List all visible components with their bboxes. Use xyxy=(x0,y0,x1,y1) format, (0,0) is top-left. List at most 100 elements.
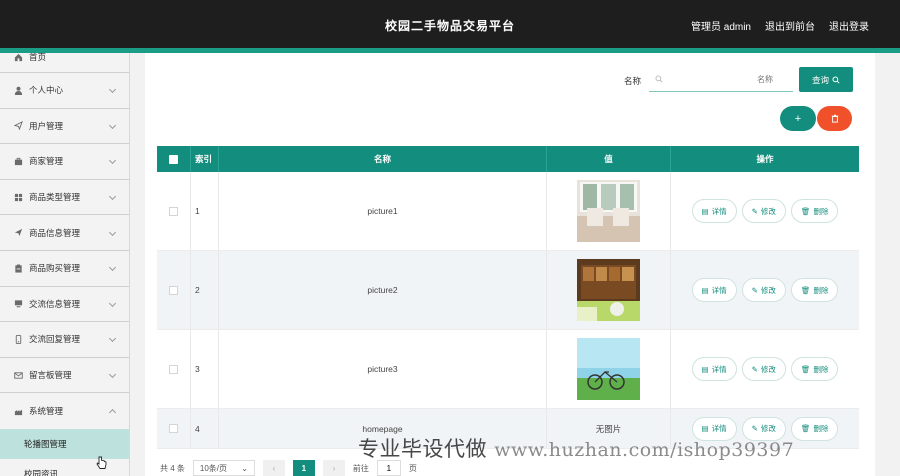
sidebar-item-reply-management[interactable]: 交流回复管理 xyxy=(0,322,129,358)
search-icon xyxy=(832,75,840,84)
delete-label: 删除 xyxy=(813,206,829,216)
sidebar: 首页 个人中心 用户管理 商家管理 商品类型管理 商品信息管理 商品购买管理 交… xyxy=(0,53,130,476)
detail-icon: ▤ xyxy=(701,285,709,295)
detail-icon: ▤ xyxy=(701,424,709,433)
mail-icon xyxy=(14,371,23,380)
sidebar-item-label: 个人中心 xyxy=(29,85,64,96)
edit-icon: ✎ xyxy=(751,206,758,216)
edit-label: 修改 xyxy=(760,285,776,295)
edit-button[interactable]: ✎ 修改 xyxy=(741,357,786,381)
sidebar-item-user-management[interactable]: 用户管理 xyxy=(0,109,129,145)
header-actions: 操作 xyxy=(756,154,774,164)
detail-icon: ▤ xyxy=(701,364,709,374)
chevron-down-icon xyxy=(108,193,117,201)
search-icon xyxy=(655,75,663,85)
admin-user-link[interactable]: 管理员 admin xyxy=(691,18,751,33)
row-name: picture1 xyxy=(219,172,547,250)
sidebar-item-exchange-info-management[interactable]: 交流信息管理 xyxy=(0,287,129,323)
batch-delete-button[interactable] xyxy=(817,106,852,131)
grid-icon xyxy=(14,193,23,202)
chevron-down-icon xyxy=(108,335,117,343)
plus-icon: + xyxy=(794,112,802,125)
goto-label: 前往 xyxy=(352,463,369,473)
carousel-image-thumbnail[interactable] xyxy=(577,259,640,321)
watermark: 专业毕设代做 www.huzhan.com/ishop39397 xyxy=(358,433,794,463)
trash-icon: 🗑 xyxy=(800,364,811,374)
sidebar-item-merchant-management[interactable]: 商家管理 xyxy=(0,144,129,180)
chevron-down-icon xyxy=(108,264,117,272)
row-checkbox[interactable] xyxy=(169,364,178,374)
header-value: 值 xyxy=(547,146,671,172)
delete-button[interactable]: 🗑 删除 xyxy=(790,278,839,302)
sidebar-item-label: 留言板管理 xyxy=(29,370,72,381)
delete-button[interactable]: 🗑 删除 xyxy=(790,416,839,441)
sidebar-item-product-type-management[interactable]: 商品类型管理 xyxy=(0,180,129,216)
mouse-cursor-icon xyxy=(96,456,107,473)
detail-button[interactable]: ▤ 详情 xyxy=(691,357,737,381)
row-checkbox[interactable] xyxy=(169,424,178,433)
total-count: 共 4 条 xyxy=(160,463,185,473)
sidebar-item-label: 交流回复管理 xyxy=(29,334,81,345)
select-all-checkbox[interactable] xyxy=(169,154,178,164)
settings-icon xyxy=(14,407,23,416)
next-page-button[interactable]: › xyxy=(322,460,345,476)
sidebar-subitem-carousel-management[interactable]: 轮播图管理 xyxy=(0,428,129,459)
search-input[interactable] xyxy=(663,75,773,84)
sidebar-item-label: 商品类型管理 xyxy=(29,192,81,203)
briefcase-icon xyxy=(14,157,23,166)
phone-icon xyxy=(14,334,23,344)
detail-button[interactable]: ▤ 详情 xyxy=(691,278,737,302)
carousel-image-thumbnail[interactable] xyxy=(577,180,640,242)
edit-button[interactable]: ✎ 修改 xyxy=(741,199,786,223)
header-nav: 管理员 admin 退出到前台 退出登录 xyxy=(691,18,869,33)
trash-icon: 🗑 xyxy=(800,206,811,216)
sidebar-subitem-campus-news[interactable]: 校园资讯 xyxy=(0,459,129,476)
delete-button[interactable]: 🗑 删除 xyxy=(790,357,839,381)
sidebar-item-home[interactable]: 首页 xyxy=(0,53,129,73)
delete-button[interactable]: 🗑 删除 xyxy=(790,199,839,223)
home-icon xyxy=(14,53,23,62)
add-button[interactable]: + xyxy=(780,106,816,131)
watermark-text: 专业毕设代做 xyxy=(358,437,487,461)
row-index: 3 xyxy=(191,330,219,408)
select-all-cell[interactable] xyxy=(157,146,191,172)
sidebar-item-product-info-management[interactable]: 商品信息管理 xyxy=(0,215,129,251)
chevron-down-icon xyxy=(108,157,117,165)
chevron-down-icon xyxy=(108,86,117,94)
edit-label: 修改 xyxy=(760,364,776,374)
delete-label: 删除 xyxy=(813,285,829,295)
clipboard-icon xyxy=(14,264,23,273)
row-index: 2 xyxy=(191,251,219,329)
chevron-down-icon: ⌄ xyxy=(241,463,248,473)
search-button-label: 查询 xyxy=(811,74,829,85)
sidebar-item-label: 用户管理 xyxy=(29,120,64,131)
send-icon xyxy=(14,228,23,237)
page-unit-label: 页 xyxy=(408,463,417,473)
table-row: 2 picture2 ▤ 详情 ✎ 修改 🗑 删除 xyxy=(157,251,859,330)
sidebar-item-label: 商品信息管理 xyxy=(29,227,81,238)
main-panel: 名称 查询 + 索引 名称 值 操作 1 picture1 xyxy=(145,53,875,476)
chevron-down-icon xyxy=(108,371,117,379)
sidebar-item-message-board-management[interactable]: 留言板管理 xyxy=(0,358,129,394)
sidebar-item-personal-center[interactable]: 个人中心 xyxy=(0,73,129,109)
page-number-button[interactable]: 1 xyxy=(292,460,315,476)
search-button[interactable]: 查询 xyxy=(799,67,853,92)
header-name: 名称 xyxy=(219,146,547,172)
sidebar-subitem-label: 校园资讯 xyxy=(24,468,59,476)
row-index: 1 xyxy=(191,172,219,250)
carousel-image-thumbnail[interactable] xyxy=(577,338,640,400)
edit-button[interactable]: ✎ 修改 xyxy=(741,278,786,302)
row-checkbox[interactable] xyxy=(169,285,178,295)
sidebar-item-system-management[interactable]: 系统管理 xyxy=(0,393,129,429)
page-size-select[interactable]: 10条/页 ⌄ xyxy=(192,460,255,476)
search-field[interactable] xyxy=(649,68,793,92)
edit-icon: ✎ xyxy=(751,285,758,295)
sidebar-item-purchase-management[interactable]: 商品购买管理 xyxy=(0,251,129,287)
row-image-cell xyxy=(547,172,671,250)
exit-to-frontend-link[interactable]: 退出到前台 xyxy=(765,18,815,33)
logout-link[interactable]: 退出登录 xyxy=(829,18,869,33)
detail-button[interactable]: ▤ 详情 xyxy=(691,199,737,223)
row-checkbox[interactable] xyxy=(169,206,178,216)
data-table: 索引 名称 值 操作 1 picture1 ▤ 详情 ✎ 修改 🗑 删除 2 p… xyxy=(157,146,859,449)
prev-page-button[interactable]: ‹ xyxy=(262,460,285,476)
